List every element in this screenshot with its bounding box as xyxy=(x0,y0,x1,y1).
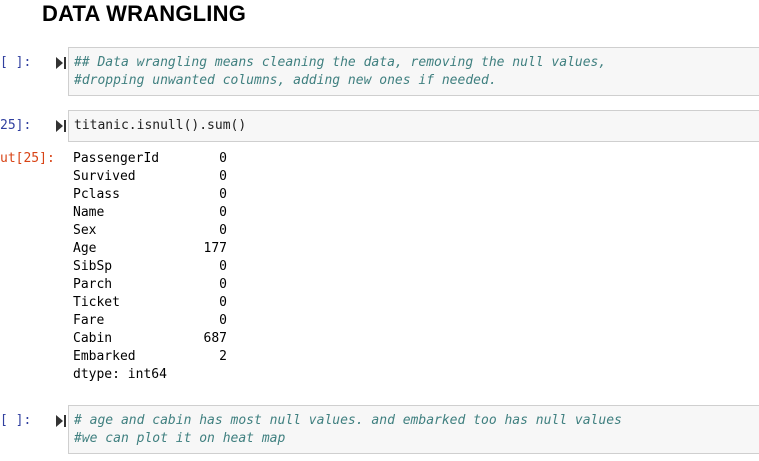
output-row: Survived 0 xyxy=(73,168,227,186)
output-row: Parch 0 xyxy=(73,276,227,294)
code-cell-2-line-1: titanic.isnull().sum() xyxy=(74,118,247,133)
output-row-key: Sex xyxy=(73,223,97,238)
output-row-value: 687 xyxy=(203,331,227,346)
code-cell-3-line-2: #we can plot it on heat map xyxy=(74,431,286,446)
output-row-value: 0 xyxy=(219,277,227,292)
output-row: Pclass 0 xyxy=(73,186,227,204)
output-row-key: Survived xyxy=(73,169,136,184)
section-heading: DATA WRANGLING xyxy=(42,1,247,26)
output-row-key: Pclass xyxy=(73,187,120,202)
output-row: Age 177 xyxy=(73,240,227,258)
output-row-key: SibSp xyxy=(73,259,113,274)
output-row-key: Name xyxy=(73,205,105,220)
code-cell-3-line-1: # age and cabin has most null values. an… xyxy=(74,413,622,428)
output-row: Ticket 0 xyxy=(73,294,227,312)
output-row-key: PassengerId xyxy=(73,151,160,166)
code-cell-1-line-1: ## Data wrangling means cleaning the dat… xyxy=(74,55,607,70)
output-row-key: Ticket xyxy=(73,295,120,310)
output-row-value: 0 xyxy=(219,223,227,238)
code-cell-1-line-2: #dropping unwanted columns, adding new o… xyxy=(74,73,497,88)
step-run-icon[interactable] xyxy=(55,119,67,133)
cell-output: PassengerId 0 Survived 0 Pclass 0 Name 0 Sex 0 Age… xyxy=(73,150,227,384)
output-row-key: Fare xyxy=(73,313,105,328)
output-row: Name 0 xyxy=(73,204,227,222)
output-row: Fare 0 xyxy=(73,312,227,330)
output-row: Embarked 2 xyxy=(73,348,227,366)
output-prompt: ut[25]: xyxy=(0,151,55,166)
output-row-value: 0 xyxy=(219,169,227,184)
output-row-value: 0 xyxy=(219,295,227,310)
output-row: Cabin 687 xyxy=(73,330,227,348)
output-row-value: 0 xyxy=(219,313,227,328)
output-row: Sex 0 xyxy=(73,222,227,240)
output-row-value: 0 xyxy=(219,187,227,202)
step-run-icon[interactable] xyxy=(55,414,67,428)
output-dtype: dtype: int64 xyxy=(73,367,167,382)
output-row-value: 177 xyxy=(203,241,227,256)
output-row-key: Age xyxy=(73,241,97,256)
output-row-value: 0 xyxy=(219,259,227,274)
output-row-value: 0 xyxy=(219,205,227,220)
output-row-value: 0 xyxy=(219,151,227,166)
step-run-icon[interactable] xyxy=(55,56,67,70)
output-row-key: Cabin xyxy=(73,331,113,346)
output-row: SibSp 0 xyxy=(73,258,227,276)
output-row-key: Parch xyxy=(73,277,113,292)
output-row: PassengerId 0 xyxy=(73,150,227,168)
output-row-key: Embarked xyxy=(73,349,136,364)
output-row-value: 2 xyxy=(219,349,227,364)
